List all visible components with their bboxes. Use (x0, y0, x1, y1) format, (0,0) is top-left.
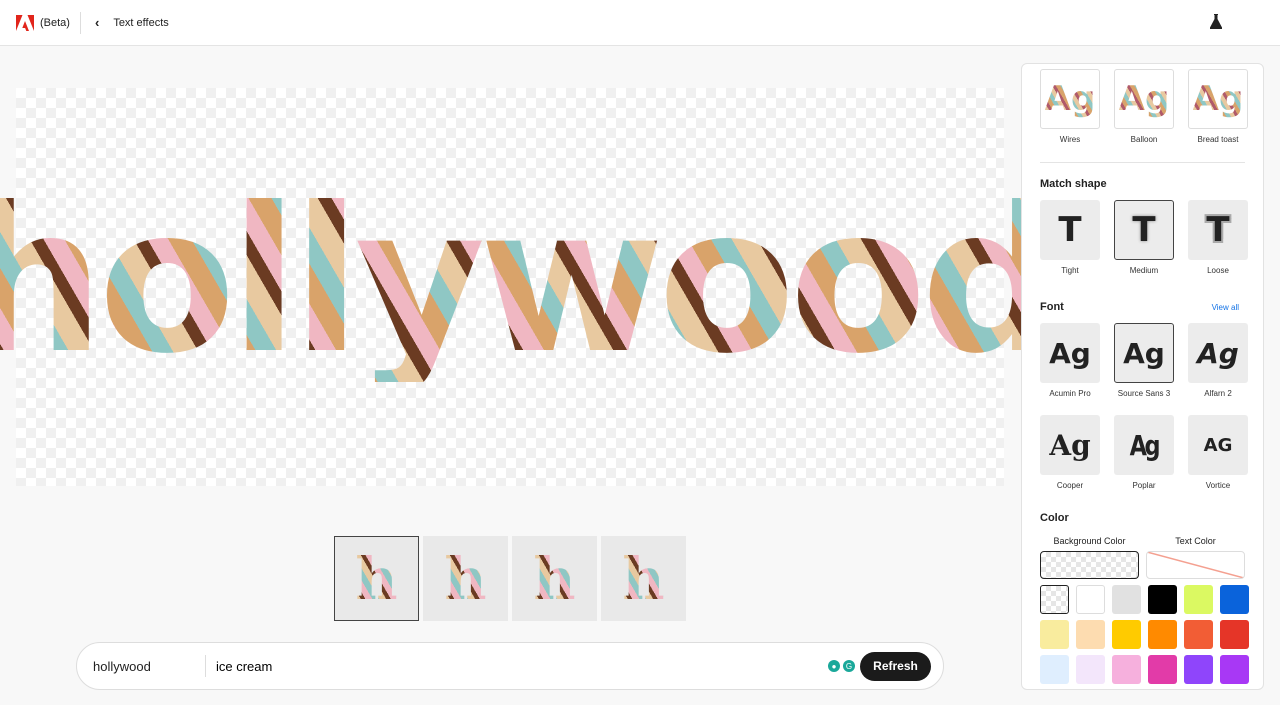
shape-glyph: T (1132, 210, 1156, 250)
grammarly-icon[interactable]: G (843, 660, 855, 672)
variation-glyph: h (355, 544, 398, 613)
background-color-tab[interactable]: Background Color (1040, 536, 1139, 579)
color-swatch[interactable] (1112, 585, 1141, 614)
preset-thumbnail: Ag (1044, 79, 1096, 119)
font-sample: Ag (1197, 336, 1239, 370)
variation-thumbnails: h h h h (334, 536, 686, 621)
color-swatch[interactable] (1148, 655, 1177, 684)
text-color-preview[interactable] (1146, 551, 1245, 579)
color-swatch[interactable] (1040, 655, 1069, 684)
swatch-transparent[interactable] (1040, 585, 1069, 614)
style-prompt-input[interactable] (206, 658, 828, 674)
text-input[interactable]: hollywood (77, 659, 205, 674)
back-chevron-icon[interactable]: ‹ (95, 15, 99, 30)
font-acumin-pro[interactable]: Ag Acumin Pro (1040, 323, 1100, 398)
font-sample: Ag (1049, 428, 1091, 462)
variation-3[interactable]: h (512, 536, 597, 621)
preview-canvas: hollywood (0, 88, 1064, 486)
font-source-sans-3[interactable]: Ag Source Sans 3 (1114, 323, 1174, 398)
color-swatch[interactable] (1112, 655, 1141, 684)
variation-2[interactable]: h (423, 536, 508, 621)
view-all-fonts-link[interactable]: View all (1212, 303, 1239, 312)
page-title: Text effects (113, 16, 169, 29)
shape-tight[interactable]: T Tight (1040, 200, 1100, 275)
top-bar: (Beta) ‹ Text effects (0, 0, 1280, 46)
color-swatch[interactable] (1076, 585, 1105, 614)
font-alfarn-2[interactable]: Ag Alfarn 2 (1188, 323, 1248, 398)
swatch-row (1022, 585, 1263, 614)
divider (79, 11, 81, 34)
background-color-preview[interactable] (1040, 551, 1139, 579)
color-swatch[interactable] (1148, 585, 1177, 614)
swatch-row (1022, 620, 1263, 649)
divider (1040, 162, 1245, 163)
color-swatch[interactable] (1220, 655, 1249, 684)
variation-1[interactable]: h (334, 536, 419, 621)
style-presets: Ag Wires Ag Balloon Ag Bread toast (1022, 69, 1263, 144)
font-sample: Ag (1203, 434, 1233, 456)
prompt-bar: hollywood ● G Refresh (76, 642, 944, 690)
font-label: Source Sans 3 (1117, 389, 1171, 398)
shape-loose[interactable]: T Loose (1188, 200, 1248, 275)
preset-label: Balloon (1130, 135, 1158, 144)
variation-glyph: h (444, 544, 487, 613)
preset-thumbnail: Ag (1192, 79, 1244, 119)
variation-glyph: h (533, 544, 576, 613)
shape-label: Tight (1061, 266, 1079, 275)
font-sample: Ag (1049, 336, 1091, 370)
beta-label: (Beta) (40, 16, 70, 29)
text-color-label: Text Color (1175, 536, 1216, 546)
shape-medium[interactable]: T Medium (1114, 200, 1174, 275)
font-label: Alfarn 2 (1204, 389, 1232, 398)
variation-4[interactable]: h (601, 536, 686, 621)
shape-options: T Tight T Medium T Loose (1022, 200, 1263, 275)
color-swatch[interactable] (1112, 620, 1141, 649)
color-swatch[interactable] (1076, 620, 1105, 649)
lightbulb-icon[interactable]: ● (828, 660, 840, 672)
match-shape-heading: Match shape (1040, 178, 1107, 190)
color-swatch[interactable] (1184, 655, 1213, 684)
shape-glyph: T (1058, 210, 1082, 250)
color-target-tabs: Background Color Text Color (1022, 536, 1263, 579)
settings-panel: Ag Wires Ag Balloon Ag Bread toast Match sh… (1021, 63, 1264, 690)
color-swatches (1022, 585, 1263, 684)
preset-bread-toast[interactable]: Ag Bread toast (1188, 69, 1248, 144)
font-label: Acumin Pro (1049, 389, 1091, 398)
preset-thumbnail: Ag (1118, 79, 1170, 119)
font-poplar[interactable]: Ag Poplar (1114, 415, 1174, 490)
color-swatch[interactable] (1220, 620, 1249, 649)
font-label: Vortice (1205, 481, 1231, 490)
background-color-label: Background Color (1053, 536, 1126, 546)
shape-label: Medium (1129, 266, 1159, 275)
color-heading: Color (1040, 512, 1069, 524)
adobe-logo-icon[interactable] (16, 14, 34, 31)
preset-balloon[interactable]: Ag Balloon (1114, 69, 1174, 144)
preset-label: Bread toast (1197, 135, 1239, 144)
text-color-tab[interactable]: Text Color (1146, 536, 1245, 579)
font-vortice[interactable]: Ag Vortice (1188, 415, 1248, 490)
swatch-row (1022, 655, 1263, 684)
color-swatch[interactable] (1148, 620, 1177, 649)
color-swatch[interactable] (1184, 585, 1213, 614)
color-swatch[interactable] (1184, 620, 1213, 649)
font-options-row-2: Ag Cooper Ag Poplar Ag Vortice (1022, 415, 1263, 490)
preset-label: Wires (1059, 135, 1081, 144)
color-swatch[interactable] (1076, 655, 1105, 684)
color-swatch[interactable] (1220, 585, 1249, 614)
font-sample: Ag (1129, 428, 1161, 462)
font-options-row-1: Ag Acumin Pro Ag Source Sans 3 Ag Alfarn 2 (1022, 323, 1263, 398)
flask-icon[interactable] (1210, 14, 1222, 29)
shape-glyph: T (1206, 210, 1230, 250)
font-label: Poplar (1132, 481, 1156, 490)
shape-label: Loose (1207, 266, 1229, 275)
font-sample: Ag (1123, 336, 1165, 370)
font-label: Cooper (1056, 481, 1084, 490)
generated-text-effect: hollywood (0, 182, 1064, 382)
variation-glyph: h (622, 544, 665, 613)
refresh-button[interactable]: Refresh (860, 651, 931, 681)
font-cooper[interactable]: Ag Cooper (1040, 415, 1100, 490)
color-swatch[interactable] (1040, 620, 1069, 649)
preset-wires[interactable]: Ag Wires (1040, 69, 1100, 144)
